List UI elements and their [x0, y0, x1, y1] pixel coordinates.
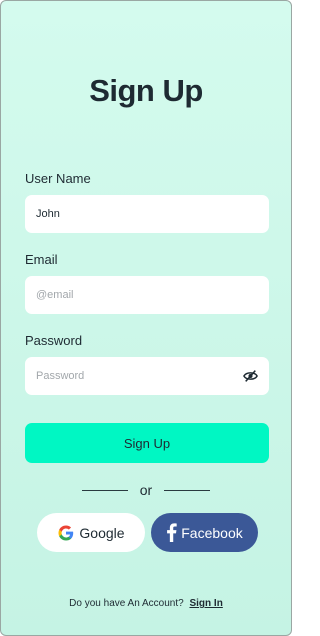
password-label: Password	[25, 333, 83, 348]
facebook-sign-in-button[interactable]: Facebook	[151, 513, 258, 552]
page-title: Sign Up	[89, 73, 203, 108]
eye-off-icon[interactable]	[242, 368, 258, 384]
email-field-container	[25, 276, 269, 314]
footer: Do you have An Account? Sign In	[1, 598, 291, 609]
password-field[interactable]	[36, 370, 242, 382]
facebook-icon	[166, 523, 177, 542]
username-field-container	[25, 195, 269, 233]
sign-up-button[interactable]: Sign Up	[25, 423, 269, 463]
signup-screen: Sign Up User Name Email Password Sign Up…	[0, 0, 292, 636]
email-field[interactable]	[36, 289, 258, 301]
username-label: User Name	[25, 171, 91, 186]
google-icon	[57, 524, 75, 542]
password-field-container	[25, 357, 269, 395]
google-sign-in-button[interactable]: Google	[37, 513, 145, 552]
or-divider: or	[1, 482, 291, 498]
google-label: Google	[79, 524, 125, 541]
facebook-label: Facebook	[181, 524, 243, 541]
divider-line-right	[164, 489, 211, 491]
username-field[interactable]	[36, 208, 258, 220]
divider-line-left	[81, 489, 128, 491]
divider-text: or	[139, 482, 153, 498]
sign-in-link[interactable]: Sign In	[189, 598, 222, 609]
account-prompt: Do you have An Account?	[69, 598, 184, 609]
email-label: Email	[25, 252, 58, 267]
